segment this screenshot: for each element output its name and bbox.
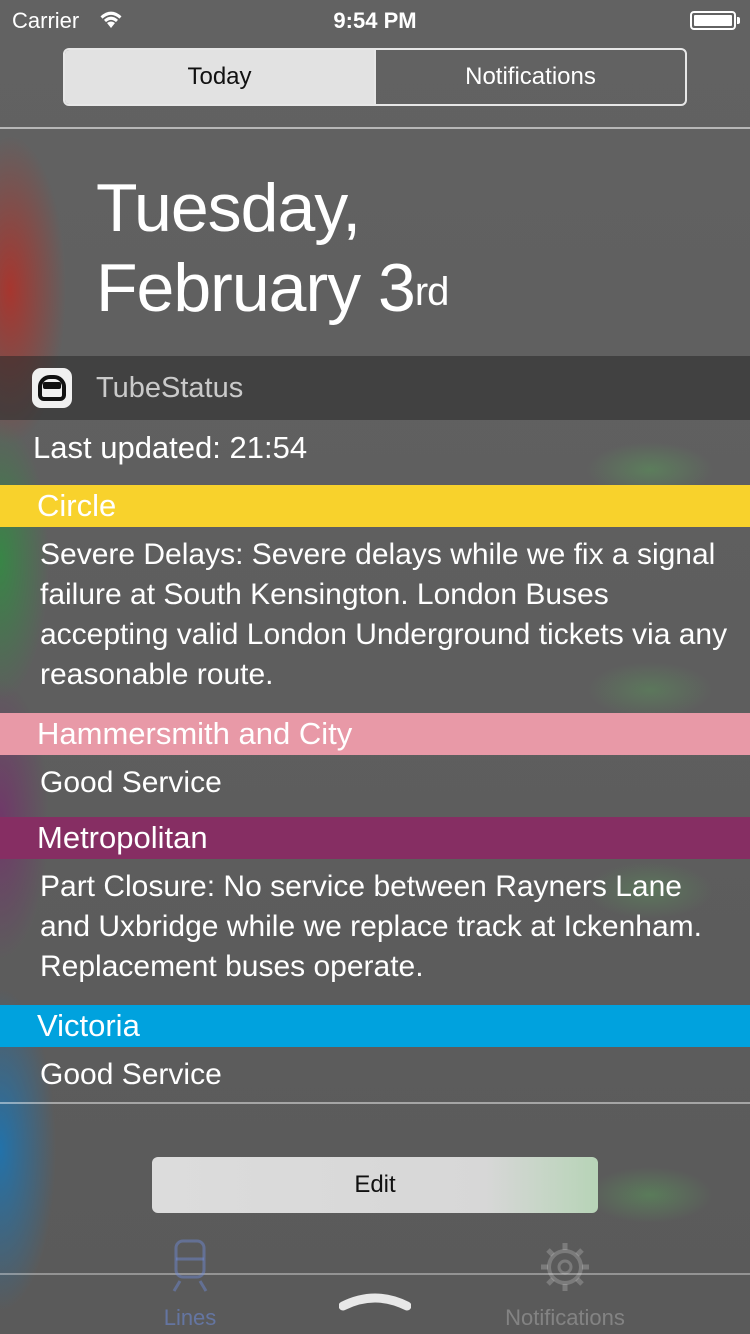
edit-button[interactable]: Edit [152,1157,598,1213]
view-segmented-control: Today Notifications [63,48,687,106]
divider [0,1102,750,1104]
train-icon [172,1239,208,1292]
line-name: Victoria [0,1005,750,1047]
tab-bar-divider [0,1273,750,1275]
date-month-day-text: February 3 [96,250,416,326]
line-status: Good Service [40,1058,222,1091]
line-item-circle[interactable]: Circle Severe Delays: Severe delays whil… [0,485,750,713]
line-name: Metropolitan [0,817,750,859]
line-name: Hammersmith and City [0,713,750,755]
line-item-metropolitan[interactable]: Metropolitan Part Closure: No service be… [0,817,750,1005]
tab-notifications[interactable]: Notifications [374,50,685,104]
status-time: 9:54 PM [333,8,417,33]
battery-icon [690,11,740,30]
train-icon [32,368,72,408]
line-status: Severe Delays: Severe delays while we fi… [40,538,728,691]
grabber-icon[interactable] [339,1290,411,1312]
date-ordinal-suffix: rd [414,270,450,314]
divider [0,127,750,129]
line-name: Circle [0,485,750,527]
line-status: Good Service [40,766,222,799]
tab-today[interactable]: Today [65,50,374,104]
date-weekday: Tuesday, [96,170,361,246]
widget-header[interactable]: TubeStatus [0,356,750,420]
tube-line-list: Circle Severe Delays: Severe delays whil… [0,485,750,1109]
date-month-day: February 3rd [96,248,450,328]
status-bar: Carrier 9:54 PM [0,0,750,40]
line-status: Part Closure: No service between Rayners… [40,870,702,983]
tab-lines-label: Lines [163,1305,217,1330]
date-header: Tuesday, February 3rd [96,168,450,328]
line-item-victoria[interactable]: Victoria Good Service [0,1005,750,1109]
line-item-hammersmith-and-city[interactable]: Hammersmith and City Good Service [0,713,750,817]
last-updated-label: Last updated: 21:54 [33,430,308,465]
widget-title: TubeStatus [96,371,244,404]
gear-icon [541,1243,589,1291]
tab-notifications-label: Notifications [505,1305,625,1330]
